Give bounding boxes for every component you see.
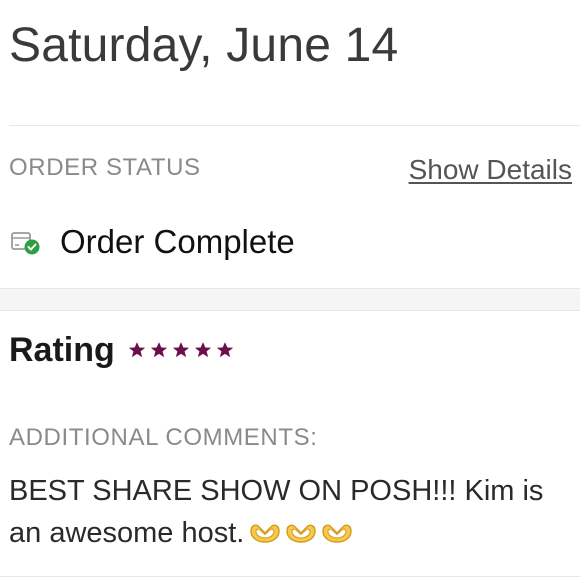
heart-hands-icon [284, 516, 318, 543]
order-status-row: Order Complete [9, 220, 295, 264]
order-status-label: ORDER STATUS [9, 154, 201, 181]
show-details-link[interactable]: Show Details [409, 154, 572, 186]
order-date: Saturday, June 14 [9, 19, 399, 72]
heart-hands-icon [320, 516, 354, 543]
divider [9, 125, 580, 126]
heart-hands-icon [248, 516, 282, 543]
star-icon [193, 340, 213, 360]
emoji-group [248, 516, 354, 543]
section-separator [0, 288, 580, 311]
star-icon [127, 340, 147, 360]
rating-stars [127, 340, 235, 360]
star-icon [149, 340, 169, 360]
star-icon [171, 340, 191, 360]
order-status-text: Order Complete [60, 223, 295, 260]
star-icon [215, 340, 235, 360]
additional-comments-label: ADDITIONAL COMMENTS: [9, 424, 318, 451]
divider-bottom [0, 576, 580, 577]
rating-label: Rating [9, 330, 115, 369]
rating-row: Rating [9, 325, 235, 375]
box-check-icon [9, 227, 43, 257]
comment-text: BEST SHARE SHOW ON POSH!!! Kim is an awe… [9, 470, 569, 554]
